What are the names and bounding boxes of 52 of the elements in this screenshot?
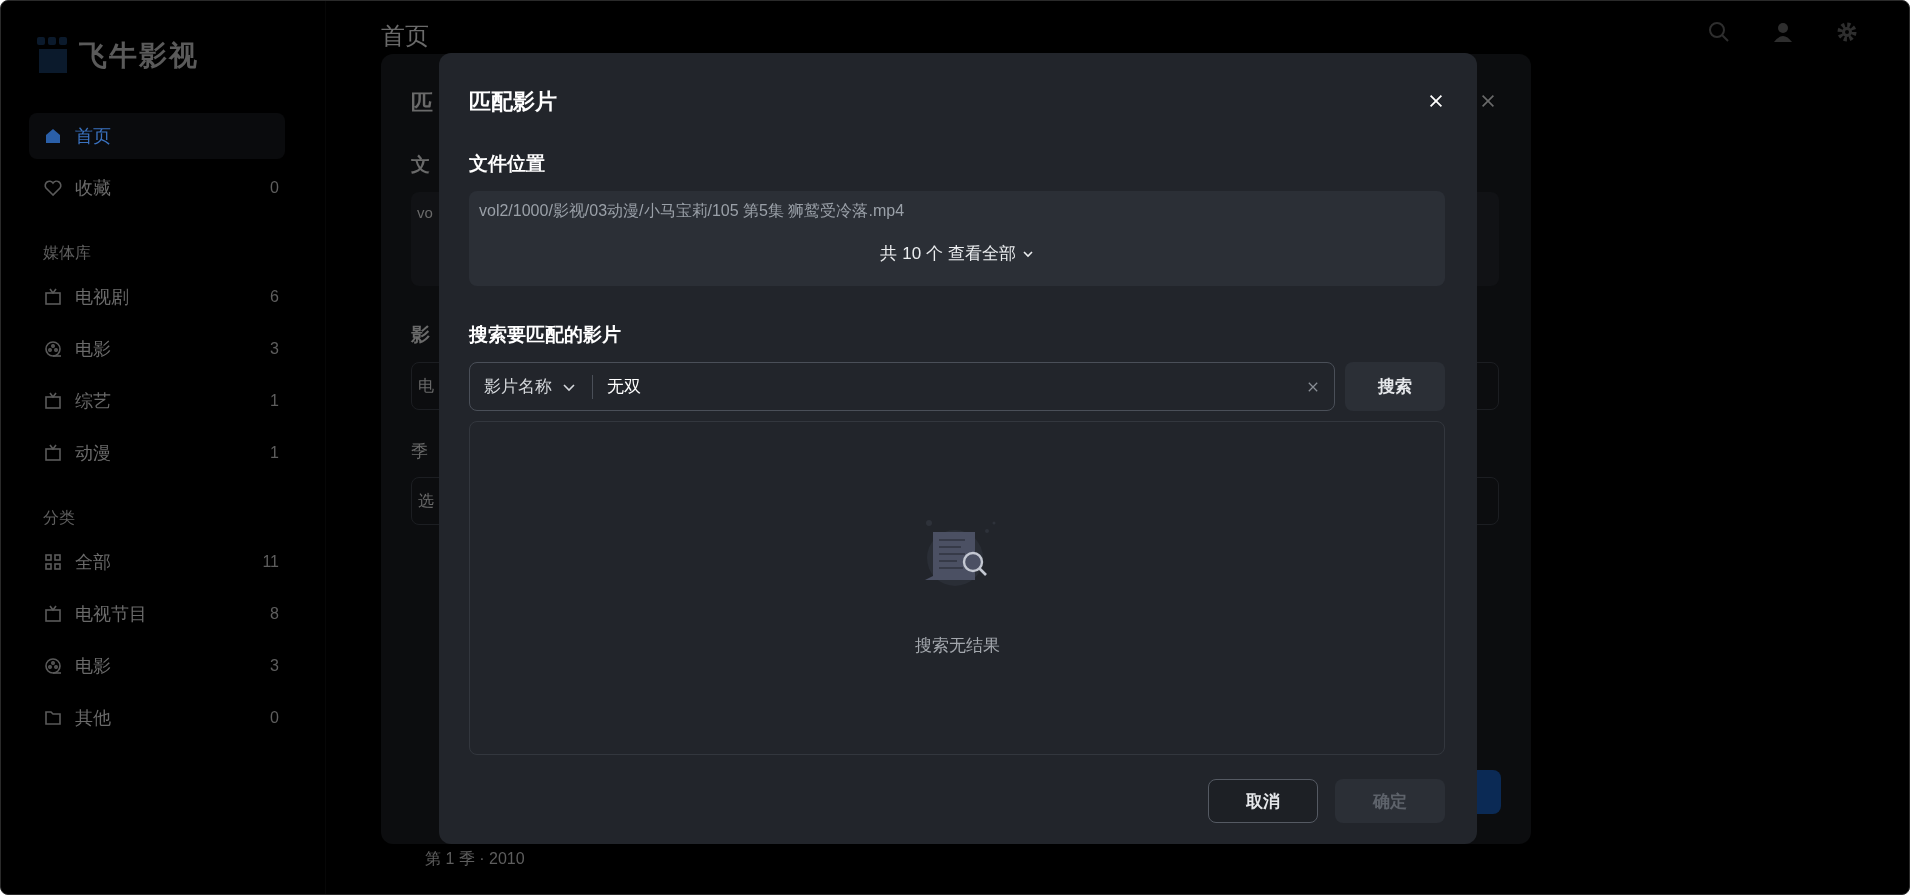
sidebar-item[interactable]: 电影 3: [29, 326, 285, 372]
item-count: 8: [270, 605, 279, 623]
tv-icon: [43, 391, 63, 411]
folder-icon: [43, 708, 63, 728]
empty-message: 搜索无结果: [914, 635, 1000, 657]
app-logo: 飞牛影视: [79, 39, 199, 73]
item-count: 3: [270, 340, 279, 358]
item-count: 0: [270, 179, 279, 197]
grid-icon: [43, 552, 63, 572]
tv-icon: [43, 604, 63, 624]
section-title: 文件位置: [469, 152, 545, 176]
section-title: 搜索要匹配的影片: [469, 323, 621, 347]
file-path: vol2/1000/影视/03动漫/小马宝莉/105 第5集 狮鹫受冷落.mp4: [479, 201, 906, 221]
close-icon[interactable]: [1427, 92, 1445, 110]
heart-icon: [43, 178, 63, 198]
film-reel-icon: [43, 339, 63, 359]
item-count: 3: [270, 657, 279, 675]
section-title: 影: [411, 323, 430, 347]
item-count: 6: [270, 288, 279, 306]
sidebar-item[interactable]: 全部 11: [29, 539, 285, 585]
tv-icon: [43, 443, 63, 463]
search-field[interactable]: 影片名称 无双: [469, 362, 1335, 411]
sidebar-item[interactable]: 其他 0: [29, 695, 285, 741]
section-title: 媒体库: [43, 243, 92, 263]
type-dropdown[interactable]: 影片名称: [484, 374, 593, 399]
file-path: vo: [417, 204, 433, 221]
item-count: 1: [270, 444, 279, 462]
field-label: 季: [411, 441, 428, 463]
sidebar-item[interactable]: 收藏 0: [29, 165, 285, 211]
item-count: 1: [270, 392, 279, 410]
sidebar-item[interactable]: 电视节目 8: [29, 591, 285, 637]
view-all-link[interactable]: 共 10 个 查看全部: [876, 240, 1038, 267]
sidebar-item[interactable]: 动漫 1: [29, 430, 285, 476]
sidebar-item[interactable]: 综艺 1: [29, 378, 285, 424]
sidebar-item[interactable]: 电视剧 6: [29, 274, 285, 320]
film-reel-icon: [43, 656, 63, 676]
page-title: 首页: [381, 21, 430, 51]
sidebar-item[interactable]: 电影 3: [29, 643, 285, 689]
sidebar-item[interactable]: 首页: [29, 113, 285, 159]
item-count: 11: [262, 553, 279, 571]
section-title: 分类: [43, 508, 76, 528]
select-value: 选: [418, 490, 434, 511]
search-button[interactable]: 搜索: [1345, 362, 1445, 411]
season-info: 第 1 季 · 2010: [425, 849, 525, 869]
dialog-title: 匹: [411, 89, 433, 116]
home-icon: [43, 126, 63, 146]
cancel-button[interactable]: 取消: [1208, 779, 1318, 823]
dialog-title: 匹配影片: [469, 88, 557, 116]
tv-icon: [43, 287, 63, 307]
item-count: 0: [270, 709, 279, 727]
section-title: 文: [411, 153, 430, 177]
select-value: 电: [418, 375, 434, 396]
